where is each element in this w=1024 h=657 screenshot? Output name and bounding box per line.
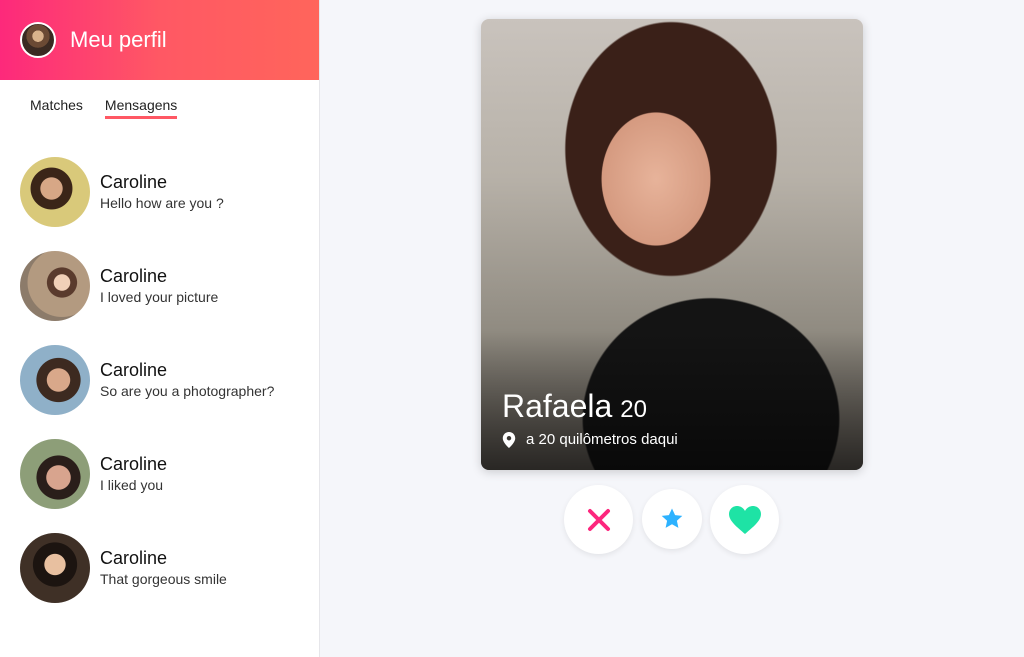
avatar [20,345,90,415]
conversation-text: Caroline That gorgeous smile [100,548,227,588]
conversation-name: Caroline [100,266,168,286]
avatar [20,439,90,509]
close-icon [587,508,610,531]
profile-title: Meu perfil [70,27,167,52]
like-button[interactable] [710,485,779,554]
conversation-text: Caroline I loved your picture [100,266,218,306]
profile-card[interactable]: Rafaela 20 a 20 quilômetros daqui [481,19,863,470]
conversation-item[interactable]: Caroline I loved your picture [0,239,319,333]
conversation-message: I loved your picture [100,289,219,305]
tab-mensagens[interactable]: Mensagens [104,97,178,119]
super-like-button[interactable] [642,489,702,549]
star-icon [661,508,683,528]
conversation-text: Caroline Hello how are you ? [100,172,224,212]
conversation-message: I liked you [100,477,164,493]
conversation-message: So are you a photographer? [100,383,275,399]
card-distance: a 20 quilômetros daqui [526,431,678,448]
conversation-item[interactable]: Caroline Hello how are you ? [0,145,319,239]
conversation-list: Caroline Hello how are you ? Caroline I … [0,145,319,615]
sidebar: Meu perfil Matches Mensagens Caroline He… [0,0,320,657]
conversation-item[interactable]: Caroline So are you a photographer? [0,333,319,427]
conversation-item[interactable]: Caroline I liked you [0,427,319,521]
location-pin-icon [502,431,516,448]
card-age: 20 [620,396,647,423]
conversation-name: Caroline [100,548,168,568]
nope-button[interactable] [564,485,633,554]
app: Meu perfil Matches Mensagens Caroline He… [0,0,1024,657]
conversation-name: Caroline [100,172,168,192]
avatar [20,533,90,603]
avatar [20,251,90,321]
conversation-message: That gorgeous smile [100,571,227,587]
tab-matches[interactable]: Matches [30,97,83,119]
conversation-name: Caroline [100,454,168,474]
conversation-message: Hello how are you ? [100,195,224,211]
conversation-item[interactable]: Caroline That gorgeous smile [0,521,319,615]
conversation-text: Caroline So are you a photographer? [100,360,274,400]
card-info: Rafaela 20 a 20 quilômetros daqui [502,388,678,448]
avatar [20,157,90,227]
conversation-name: Caroline [100,360,168,380]
profile-avatar[interactable] [20,22,56,58]
card-name: Rafaela [502,388,613,424]
card-distance-line: a 20 quilômetros daqui [502,431,678,448]
heart-icon [728,505,761,534]
profile-header[interactable]: Meu perfil [0,0,319,80]
card-name-line: Rafaela 20 [502,388,678,425]
conversation-text: Caroline I liked you [100,454,167,494]
sidebar-tabs: Matches Mensagens [0,80,319,119]
